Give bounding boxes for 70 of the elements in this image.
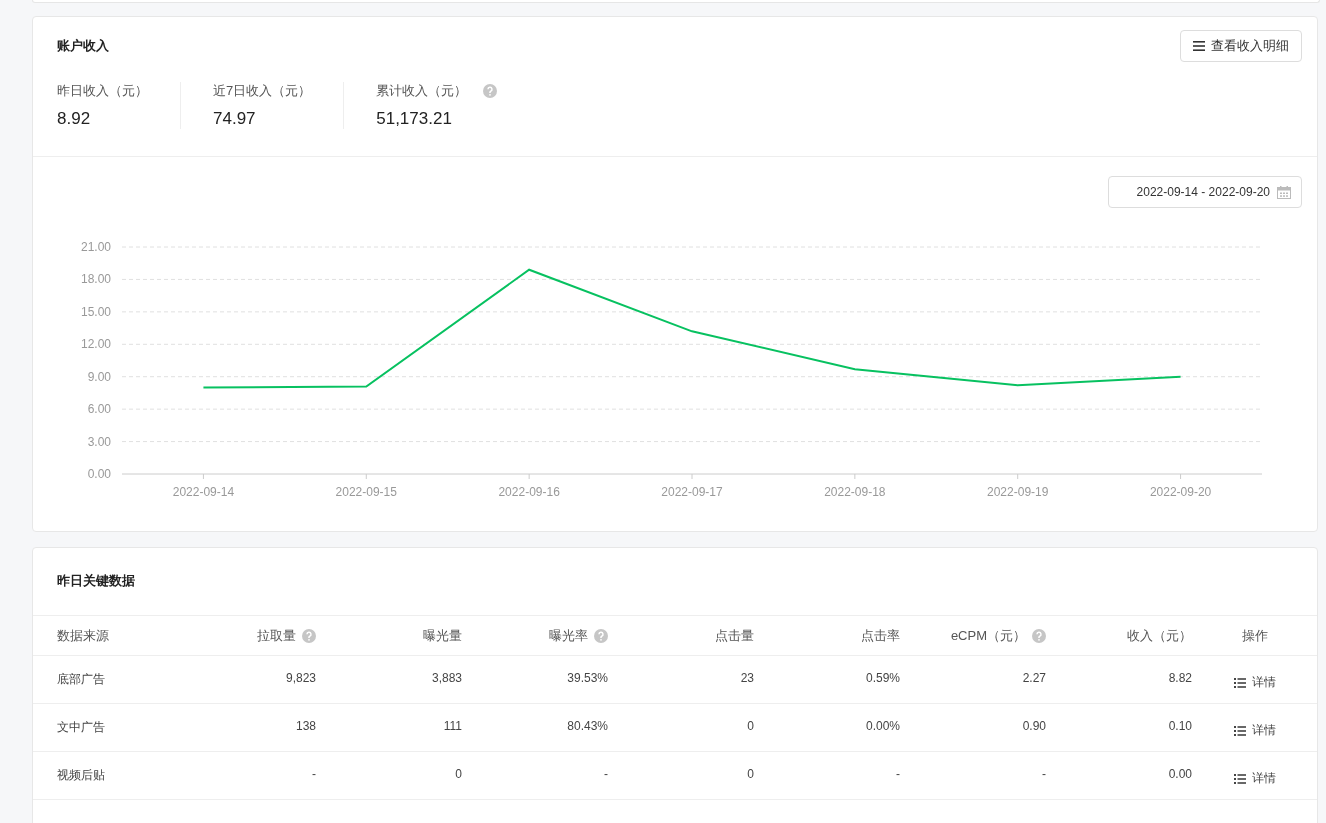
column-header: 数据来源 xyxy=(57,626,109,645)
column-header: 收入（元） xyxy=(1127,626,1192,645)
menu-icon xyxy=(1193,41,1205,51)
column-header: 曝光量 xyxy=(423,626,462,645)
calendar-icon xyxy=(1277,185,1291,199)
column-header: 点击率 xyxy=(861,626,900,645)
y-axis-label: 3.00 xyxy=(87,434,111,449)
table-cell: 39.53% xyxy=(567,671,608,685)
y-axis-label: 12.00 xyxy=(80,337,111,352)
income-detail-button[interactable]: 查看收入明细 xyxy=(1180,30,1302,62)
help-icon[interactable] xyxy=(302,628,316,643)
list-icon xyxy=(1233,677,1246,688)
table-cell: 视频后贴 xyxy=(57,768,105,782)
detail-link[interactable]: 详情 xyxy=(1233,674,1276,691)
table-cell: 3,883 xyxy=(431,671,462,685)
y-axis-label: 21.00 xyxy=(80,240,111,254)
table-cell: 底部广告 xyxy=(57,672,105,686)
table-cell: - xyxy=(896,767,900,781)
detail-link[interactable]: 详情 xyxy=(1233,770,1276,787)
table-cell: 138 xyxy=(295,719,316,733)
table-cell: 80.43% xyxy=(567,719,608,733)
table-cell: - xyxy=(604,767,608,781)
x-axis-label: 2022-09-14 xyxy=(172,485,235,499)
column-header: 曝光率 xyxy=(549,626,588,645)
y-axis-label: 9.00 xyxy=(87,369,111,384)
x-axis-label: 2022-09-15 xyxy=(335,485,397,499)
table-cell: 文中广告 xyxy=(57,720,105,734)
x-axis-label: 2022-09-17 xyxy=(661,485,723,499)
list-icon xyxy=(1233,725,1246,736)
table-cell: 8.82 xyxy=(1168,671,1192,685)
stat-value: 8.92 xyxy=(57,109,92,129)
x-axis-label: 2022-09-19 xyxy=(987,485,1049,499)
card-title: 账户收入 xyxy=(57,37,109,55)
x-axis-label: 2022-09-18 xyxy=(824,485,886,499)
stat-value: 74.97 xyxy=(213,109,257,129)
table-cell: 0 xyxy=(747,767,754,781)
y-axis-label: 0.00 xyxy=(87,467,111,481)
x-axis-label: 2022-09-16 xyxy=(498,485,560,499)
table-cell: 0.00% xyxy=(865,719,900,733)
help-icon[interactable] xyxy=(1032,628,1046,643)
table-cell: 0.00 xyxy=(1168,767,1192,781)
detail-link[interactable]: 详情 xyxy=(1233,722,1276,739)
date-range-picker[interactable]: 2022-09-14 - 2022-09-20 xyxy=(1107,176,1302,208)
table-cell: - xyxy=(312,767,316,781)
table-cell: 0.10 xyxy=(1168,719,1192,733)
table-cell: 2.27 xyxy=(1022,671,1046,685)
stat-label: 昨日收入（元） xyxy=(57,82,148,100)
help-icon[interactable] xyxy=(594,628,608,643)
stat-value: 51,173.21 xyxy=(376,109,453,129)
y-axis-label: 18.00 xyxy=(80,272,111,287)
x-axis-label: 2022-09-20 xyxy=(1149,485,1212,499)
y-axis-label: 6.00 xyxy=(87,402,111,417)
table-cell: 0 xyxy=(455,767,462,781)
help-icon[interactable] xyxy=(483,84,498,98)
column-header: 点击量 xyxy=(715,626,754,645)
table-cell: 0 xyxy=(747,719,754,733)
stat-label: 近7日收入（元） xyxy=(213,82,312,100)
stat-label: 累计收入（元） xyxy=(376,82,468,100)
table-cell: - xyxy=(1042,767,1046,781)
column-header: 操作 xyxy=(1241,626,1268,645)
table-cell: 23 xyxy=(740,671,754,685)
y-axis-label: 15.00 xyxy=(80,304,111,319)
table-cell: 111 xyxy=(443,719,462,733)
table-cell: 0.59% xyxy=(865,671,900,685)
card-title: 昨日关键数据 xyxy=(57,573,135,588)
table-cell: 9,823 xyxy=(285,671,316,685)
column-header: 拉取量 xyxy=(257,626,296,645)
column-header: eCPM（元） xyxy=(950,626,1026,645)
table-cell: 0.90 xyxy=(1022,719,1046,733)
list-icon xyxy=(1233,773,1246,784)
